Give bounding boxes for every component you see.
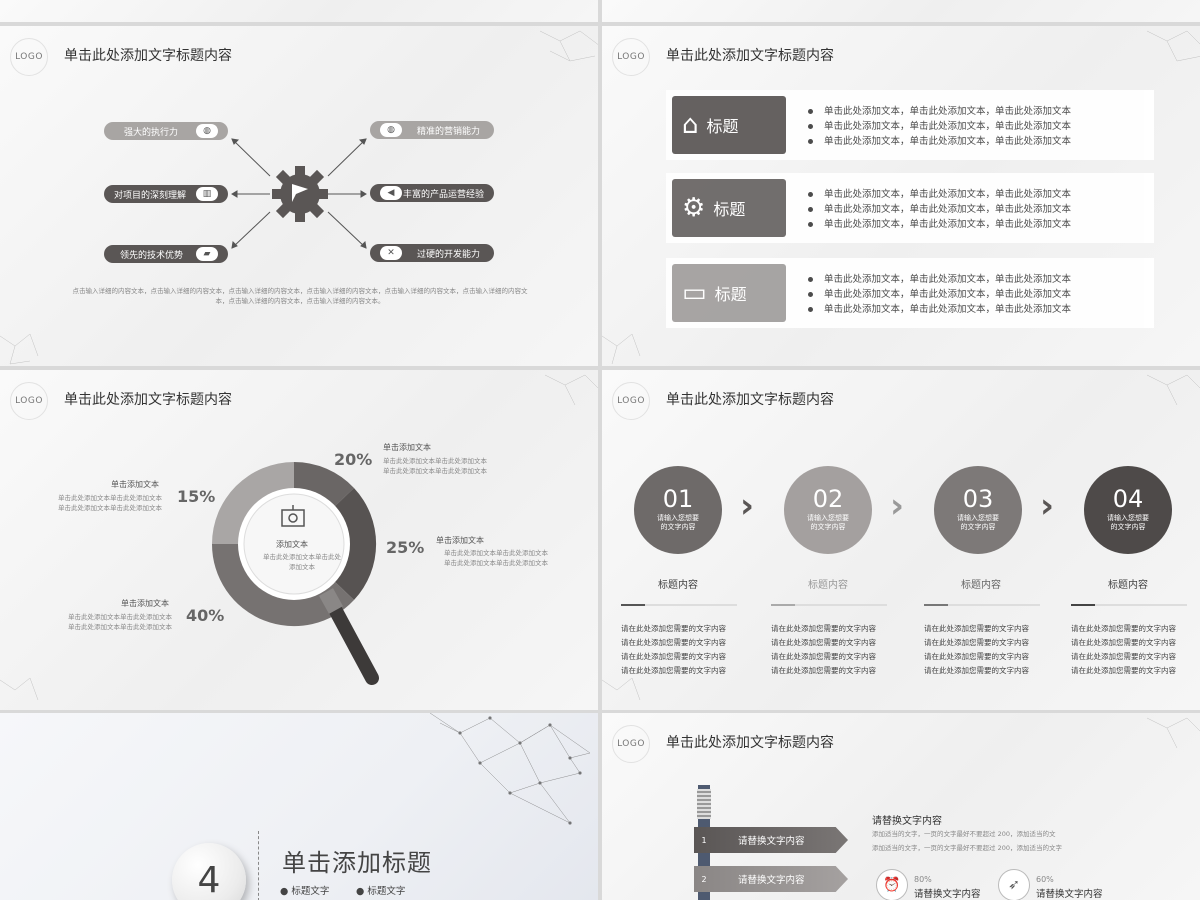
signpost-spring <box>697 789 711 819</box>
slide-magnifier-donut[interactable]: LOGO 单击此处添加文字标题内容 添加文本 单击此处添加文本单击此处添加文本 … <box>0 370 598 710</box>
arrows <box>231 138 367 249</box>
slide-signpost[interactable]: LOGO 单击此处添加文字标题内容 1 请替换文字内容 2 请替换文字内容 请替… <box>602 713 1200 900</box>
logo: LOGO <box>612 725 650 763</box>
slide-title: 单击此处添加文字标题内容 <box>666 392 834 408</box>
title-row: ⚙ 标题 单击此处添加文本，单击此处添加文本，单击此处添加文本 单击此处添加文本… <box>666 173 1154 243</box>
chevron-right-icon: › <box>890 486 905 526</box>
logo: LOGO <box>612 38 650 76</box>
capability-pill: 领先的技术优势 ▰ <box>104 245 228 263</box>
capability-pill: ◀ 丰富的产品运营经验 <box>370 184 494 202</box>
logo: LOGO <box>612 382 650 420</box>
step-body: 请在此处添加您需要的文字内容 请在此处添加您需要的文字内容 请在此处添加您需要的文字… <box>924 624 1029 675</box>
step-divider <box>771 604 887 606</box>
section-number: 4 <box>172 843 246 900</box>
globe-icon: ◍ <box>380 123 402 137</box>
segment-heading: 单击添加文本 <box>383 443 431 452</box>
bullet-list: 单击此处添加文本，单击此处添加文本，单击此处添加文本 单击此处添加文本，单击此处… <box>806 272 1071 317</box>
alarm-clock-icon: ⏰ <box>876 869 908 900</box>
slide-steps[interactable]: LOGO 单击此处添加文字标题内容 01 请输入您想要 的文字内容 › 02 请… <box>602 370 1200 710</box>
bullet-list: 单击此处添加文本，单击此处添加文本，单击此处添加文本 单击此处添加文本，单击此处… <box>806 104 1071 149</box>
step-divider <box>924 604 1040 606</box>
house-icon: ⌂ <box>682 110 699 140</box>
step-divider <box>1071 604 1187 606</box>
book-icon: ▥ <box>196 187 218 201</box>
title-badge[interactable]: ▭ 标题 <box>672 264 786 322</box>
donut-center-title: 添加文本 <box>276 540 308 549</box>
stat-percent: 80% <box>914 875 932 884</box>
pct-label: 25% <box>386 538 425 557</box>
slide-title: 单击此处添加文字标题内容 <box>666 48 834 64</box>
stat-label: 请替换文字内容 <box>914 889 981 900</box>
network-decoration <box>429 713 591 825</box>
signpost-sign: 2 请替换文字内容 <box>694 866 848 892</box>
gears-icon: ⚙ <box>682 193 706 223</box>
slide-capabilities[interactable]: LOGO 单击此处添加文字标题内容 强大的执行力 ◍ 对项目的深刻理解 ▥ 领先… <box>0 26 598 366</box>
capability-pill: 对项目的深刻理解 ▥ <box>104 185 228 203</box>
step-heading: 标题内容 <box>658 580 698 591</box>
footer-text: 点击输入详细的内容文本，点击输入详细的内容文本，点击输入详细的内容文本，点击输入… <box>72 287 528 306</box>
segment-desc: 单击此处添加文本单击此处添加文本 单击此处添加文本单击此处添加文本 <box>444 549 548 567</box>
network-decoration <box>1147 374 1200 406</box>
section-title: 单击添加标题 <box>282 849 432 877</box>
segment-heading: 单击添加文本 <box>121 599 169 608</box>
step-body: 请在此处添加您需要的文字内容 请在此处添加您需要的文字内容 请在此处添加您需要的文字… <box>621 624 726 675</box>
step-heading: 标题内容 <box>961 580 1001 591</box>
bullet-list: 单击此处添加文本，单击此处添加文本，单击此处添加文本 单击此处添加文本，单击此处… <box>806 187 1071 232</box>
step-body: 请在此处添加您需要的文字内容 请在此处添加您需要的文字内容 请在此处添加您需要的文字… <box>1071 624 1176 675</box>
step-divider <box>621 604 737 606</box>
stat-percent: 60% <box>1036 875 1054 884</box>
step-circle[interactable]: 01 请输入您想要 的文字内容 <box>634 466 722 554</box>
pct-label: 40% <box>186 606 225 625</box>
chevron-right-icon: › <box>740 486 755 526</box>
segment-desc: 单击此处添加文本单击此处添加文本 单击此处添加文本单击此处添加文本 <box>383 457 487 475</box>
title-badge[interactable]: ⚙ 标题 <box>672 179 786 237</box>
slide-partial-top-right <box>602 0 1200 22</box>
chevron-right-icon: › <box>1040 486 1055 526</box>
megaphone-icon: ◀ <box>380 186 402 200</box>
stat-label: 请替换文字内容 <box>1036 889 1103 900</box>
step-body: 请在此处添加您需要的文字内容 请在此处添加您需要的文字内容 请在此处添加您需要的文字… <box>771 624 876 675</box>
title-row: ▭ 标题 单击此处添加文本，单击此处添加文本，单击此处添加文本 单击此处添加文本… <box>666 258 1154 328</box>
step-heading: 标题内容 <box>1108 580 1148 591</box>
step-circle[interactable]: 04 请输入您想要 的文字内容 <box>1084 466 1172 554</box>
section-bullet: ● 标题文字 <box>356 886 406 897</box>
vertical-divider <box>258 831 259 900</box>
slide-section-divider[interactable]: 4 单击添加标题 ● 标题文字 ● 标题文字 <box>0 713 598 900</box>
section-bullet: ● 标题文字 <box>280 886 330 897</box>
network-decoration <box>1147 30 1200 62</box>
network-decoration <box>1147 717 1200 749</box>
network-decoration <box>602 333 641 365</box>
capability-pill: ◍ 精准的营销能力 <box>370 121 494 139</box>
rocket-icon: ➶ <box>998 869 1030 900</box>
capability-pill: 强大的执行力 ◍ <box>104 122 228 140</box>
globe-icon: ◍ <box>196 124 218 138</box>
tools-icon: ✕ <box>380 246 402 260</box>
capability-pill: ✕ 过硬的开发能力 <box>370 244 494 262</box>
segment-desc: 单击此处添加文本单击此处添加文本 单击此处添加文本单击此处添加文本 <box>68 613 172 631</box>
step-heading: 标题内容 <box>808 580 848 591</box>
pct-label: 15% <box>177 487 216 506</box>
slide-title-rows[interactable]: LOGO 单击此处添加文字标题内容 ⌂ 标题 单击此处添加文本，单击此处添加文本… <box>602 26 1200 366</box>
title-badge[interactable]: ⌂ 标题 <box>672 96 786 154</box>
gear-icon <box>272 166 328 222</box>
segment-heading: 单击添加文本 <box>436 536 484 545</box>
slide-title: 单击此处添加文字标题内容 <box>666 735 834 751</box>
pct-label: 20% <box>334 450 373 469</box>
step-circle[interactable]: 03 请输入您想要 的文字内容 <box>934 466 1022 554</box>
slide-partial-top-left <box>0 0 598 22</box>
briefcase-icon: ▭ <box>682 278 707 308</box>
segment-desc: 单击此处添加文本单击此处添加文本 单击此处添加文本单击此处添加文本 <box>58 494 162 512</box>
chat-icon: ▰ <box>196 247 218 261</box>
title-row: ⌂ 标题 单击此处添加文本，单击此处添加文本，单击此处添加文本 单击此处添加文本… <box>666 90 1154 160</box>
content-heading: 请替换文字内容 <box>872 816 942 827</box>
donut-center-sub: 单击此处添加文本单击此处添加文本 <box>263 553 341 571</box>
signpost-sign: 1 请替换文字内容 <box>694 827 848 853</box>
step-circle[interactable]: 02 请输入您想要 的文字内容 <box>784 466 872 554</box>
segment-heading: 单击添加文本 <box>111 480 159 489</box>
content-desc: 添加适当的文字，一页的文字最好不要超过 200，添加适当的文 添加适当的文字，一页… <box>872 830 1062 852</box>
